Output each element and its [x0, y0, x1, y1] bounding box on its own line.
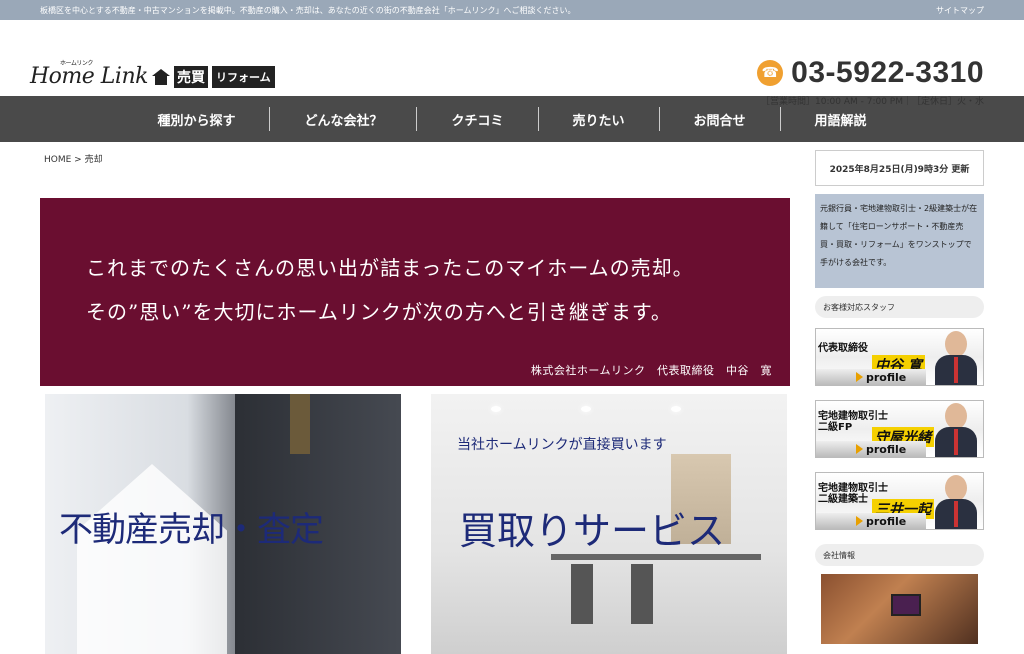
updated-date: 2025年8月25日(月)9時3分 更新 — [815, 150, 984, 186]
message-banner: これまでのたくさんの思い出が詰まったこのマイホームの売却。 その”思い”を大切に… — [40, 198, 790, 386]
chair-graphic — [571, 564, 593, 624]
sell-card-title: 不動産売却・査定 — [59, 510, 324, 550]
phone-icon: ☎ — [757, 60, 784, 86]
business-hours: ［営業時間］10:00 AM - 7:00 PM｜［定休日］火・水 — [761, 97, 984, 107]
site-header: ホームリンク Home Link 売買 リフォーム ☎ 03-5922-3310 … — [0, 20, 1024, 107]
contact-block: ☎ 03-5922-3310 ［営業時間］10:00 AM - 7:00 PM｜… — [757, 56, 984, 107]
office-photo[interactable] — [821, 574, 978, 644]
staff-card-mitsui[interactable]: 宅地建物取引士 二級建築士 三井一起 profile — [815, 472, 984, 530]
arrow-right-icon — [856, 444, 863, 454]
sell-appraisal-card[interactable]: 不動産売却・査定 — [45, 394, 401, 654]
staff-card-moriya[interactable]: 宅地建物取引士 二級FP 守屋光緒 profile — [815, 400, 984, 458]
sitemap-link[interactable]: サイトマップ — [936, 5, 984, 16]
top-notice-text: 板橋区を中心とする不動産・中古マンションを掲載中。不動産の購入・売却は、あなたの… — [40, 5, 576, 15]
nav-item-search-type[interactable]: 種別から探す — [123, 107, 269, 131]
profile-label: profile — [866, 514, 907, 528]
logo-kana: ホームリンク — [60, 60, 93, 67]
banner-line-2: その”思い”を大切にホームリンクが次の方へと引き継ぎます。 — [86, 300, 672, 324]
banner-line-1: これまでのたくさんの思い出が詰まったこのマイホームの売却。 — [86, 256, 694, 280]
ceiling-light — [491, 406, 501, 412]
arrow-right-icon — [856, 372, 863, 382]
staff-heading: お客様対応スタッフ — [815, 296, 984, 318]
site-logo[interactable]: ホームリンク Home Link 売買 リフォーム — [30, 60, 275, 89]
logo-script: ホームリンク Home Link — [30, 60, 148, 89]
staff-photo — [933, 473, 979, 529]
logo-baibai: 売買 — [173, 65, 208, 88]
profile-link[interactable]: profile — [816, 441, 926, 457]
tie-graphic — [290, 394, 310, 454]
arrow-right-icon — [856, 516, 863, 526]
house-icon — [151, 68, 170, 85]
nav-item-reviews[interactable]: クチコミ — [416, 107, 537, 131]
logo-wordmark: Home Link — [30, 64, 148, 89]
banner-signature: 株式会社ホームリンク 代表取締役 中谷 寛 — [530, 364, 772, 377]
profile-link[interactable]: profile — [816, 369, 926, 385]
profile-label: profile — [866, 370, 907, 384]
staff-photo — [933, 401, 979, 457]
chair-graphic — [631, 564, 653, 624]
profile-link[interactable]: profile — [816, 513, 926, 529]
ceiling-light — [581, 406, 591, 412]
buyback-service-card[interactable]: 当社ホームリンクが直接買います 買取りサービス — [431, 394, 787, 654]
buy-card-title: 買取りサービス — [459, 509, 726, 553]
house-silhouette — [77, 464, 227, 654]
company-intro: 元銀行員・宅地建物取引士・2級建築士が在籍して「住宅ローンサポート・不動産売買・… — [815, 194, 984, 288]
nav-item-company[interactable]: どんな会社？ — [269, 107, 416, 131]
company-info-heading: 会社情報 — [815, 544, 984, 566]
nav-item-glossary[interactable]: 用語解説 — [779, 107, 901, 131]
top-notice-bar: 板橋区を中心とする不動産・中古マンションを掲載中。不動産の購入・売却は、あなたの… — [0, 0, 1024, 20]
phone-number[interactable]: 03-5922-3310 — [791, 56, 984, 90]
nav-item-sell[interactable]: 売りたい — [537, 107, 659, 131]
staff-photo — [933, 329, 979, 385]
breadcrumb[interactable]: HOME > 売却 — [44, 152, 103, 165]
staff-card-nakatani[interactable]: 代表取締役 中谷 寛 profile — [815, 328, 984, 386]
profile-label: profile — [866, 442, 907, 456]
ceiling-light — [671, 406, 681, 412]
nav-item-contact[interactable]: お問合せ — [658, 107, 780, 131]
staff-role: 代表取締役 — [818, 343, 868, 354]
logo-reform: リフォーム — [211, 65, 275, 88]
buy-card-subtitle: 当社ホームリンクが直接買います — [457, 437, 667, 453]
